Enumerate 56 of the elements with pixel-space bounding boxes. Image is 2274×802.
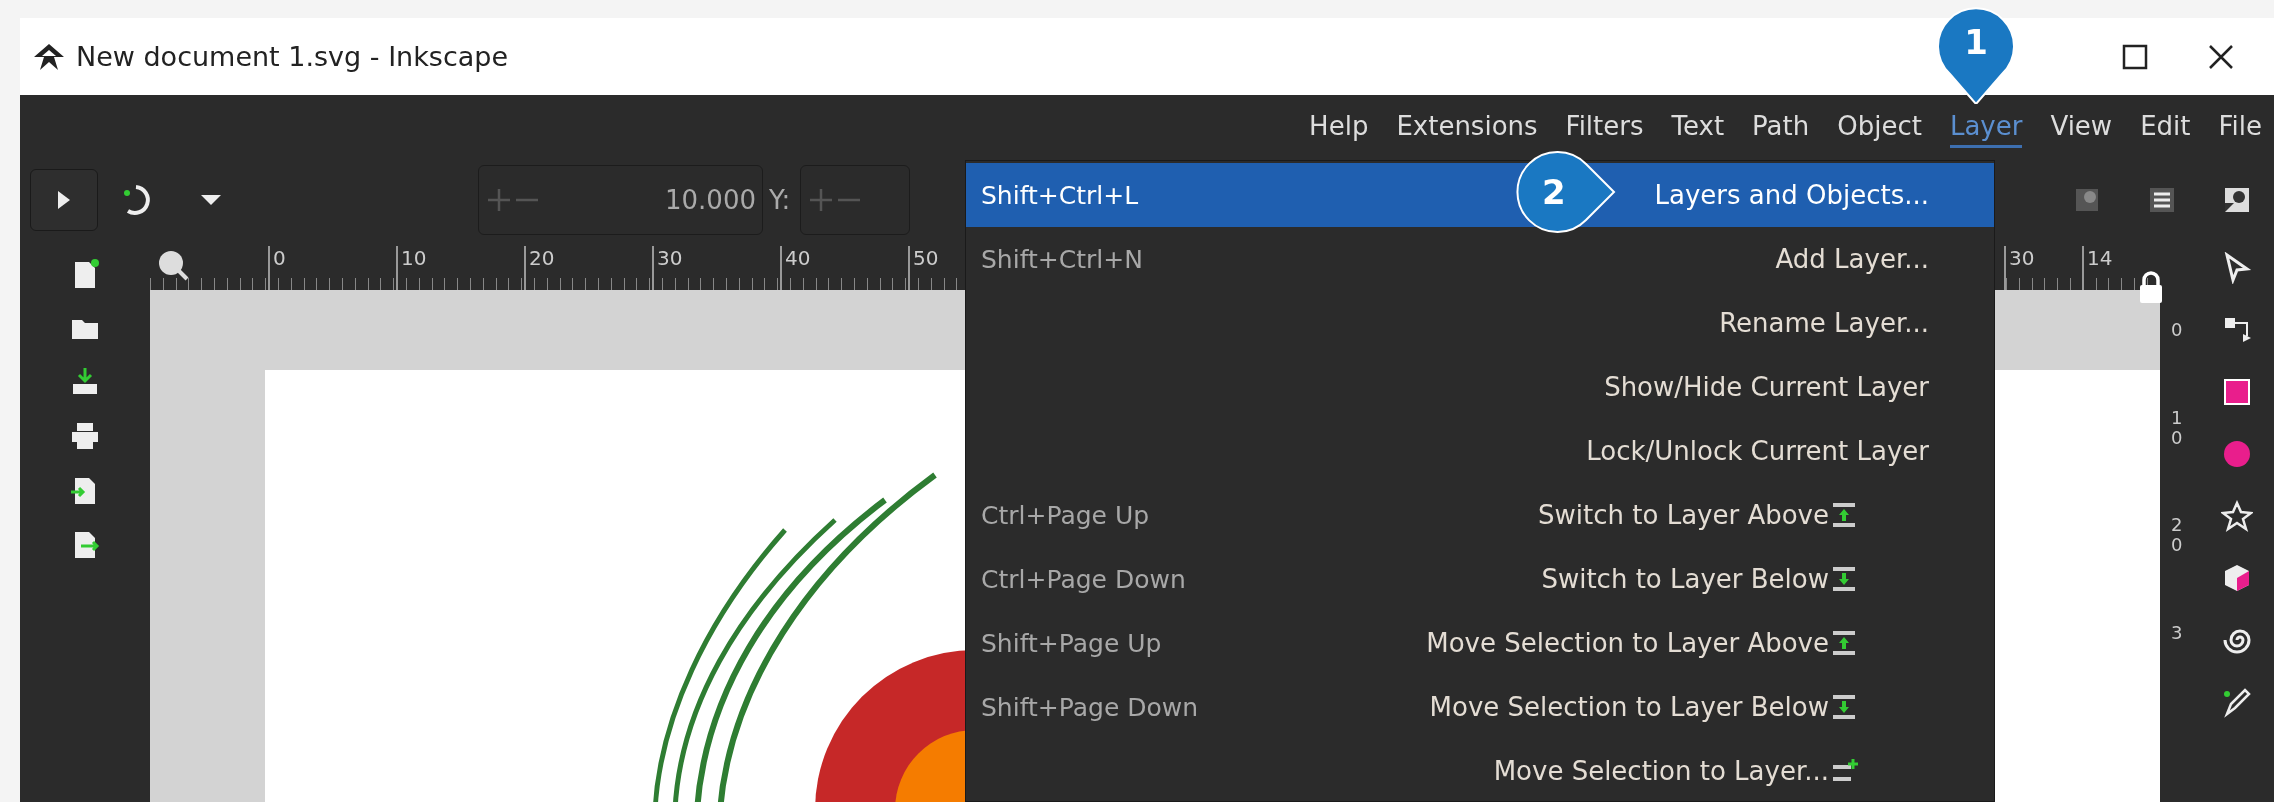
ruler-number: 0	[2171, 320, 2184, 340]
menu-item[interactable]: Object	[1837, 107, 1922, 148]
shortcut-text: Ctrl+Page Up	[981, 500, 1150, 530]
menu-item-label: Switch to Layer Above	[1538, 500, 1829, 530]
shortcut-text: Shift+Ctrl+L	[981, 180, 1139, 210]
menu-item[interactable]: Shift+Page Down Move Selection to Layer Below	[966, 675, 1994, 739]
menu-item[interactable]: Path	[1752, 107, 1810, 148]
menu-item[interactable]: Lock/Unlock Current Layer	[966, 419, 1994, 483]
shortcut-text: Ctrl+Page Down	[981, 564, 1186, 594]
menu-item[interactable]: Edit	[2140, 107, 2191, 148]
menu-item[interactable]: Filters	[1565, 107, 1644, 148]
menu-item[interactable]: Help	[1309, 107, 1369, 148]
step-badge: 1	[1936, 4, 2016, 104]
play-button[interactable]	[30, 169, 98, 231]
ruler-number: 3	[2171, 623, 2184, 643]
menu-item-label: Move Selection to Layer Above	[1426, 628, 1829, 658]
ruler-number: 20	[2171, 515, 2184, 555]
menu-item-label: Add Layer...	[1775, 244, 1929, 274]
star-icon[interactable]	[2221, 500, 2253, 532]
menu-item[interactable]: File	[2218, 107, 2262, 148]
menu-item[interactable]: Ctrl+Page Down Switch to Layer Below	[966, 547, 1994, 611]
menu-item[interactable]: Move Selection to Layer...	[966, 739, 1994, 801]
shortcut-text: Shift+Page Down	[981, 692, 1199, 722]
shortcut-text: Shift+Page Up	[981, 628, 1162, 658]
menu-item[interactable]: Text	[1671, 107, 1725, 148]
print-icon[interactable]	[69, 420, 101, 452]
caret-icon[interactable]	[199, 193, 223, 207]
menu-item[interactable]: View	[2050, 107, 2113, 148]
play-icon	[56, 189, 72, 211]
menu-item-label: Show/Hide Current Layer	[1604, 372, 1929, 402]
step-badge: 2	[1514, 150, 1616, 234]
circle-icon[interactable]	[2221, 438, 2253, 470]
field-label: Y:	[769, 185, 791, 215]
menu-item-label: Move Selection to Layer Below	[1429, 692, 1829, 722]
menu-item-label: Layers and Objects...	[1654, 180, 1929, 210]
menu-item-label: Move Selection to Layer...	[1493, 756, 1829, 786]
app-logo-icon	[32, 41, 66, 72]
window-title: New document 1.svg - Inkscape	[76, 41, 509, 72]
menu-item[interactable]: Extensions	[1396, 107, 1538, 148]
rectangle-icon[interactable]	[2221, 376, 2253, 408]
stack-icon[interactable]	[2147, 185, 2177, 215]
zoom-icon[interactable]	[156, 248, 190, 282]
menu-item[interactable]: Layer	[1949, 107, 2023, 148]
menu-item-label: Switch to Layer Below	[1541, 564, 1829, 594]
pencil-icon[interactable]	[2221, 686, 2253, 718]
menu-item[interactable]: Rename Layer...	[966, 291, 1994, 355]
menu-item[interactable]: Show/Hide Current Layer	[966, 355, 1994, 419]
lock-icon[interactable]	[2138, 270, 2164, 306]
snap-icon[interactable]	[2222, 185, 2252, 215]
close-icon[interactable]	[2208, 43, 2234, 70]
ruler-number: 10	[2171, 407, 2184, 448]
menu-item[interactable]: Ctrl+Page Up Switch to Layer Above	[966, 483, 1994, 547]
menu-item[interactable]: Shift+Page Up Move Selection to Layer Above	[966, 611, 1994, 675]
menu-item-label: Lock/Unlock Current Layer	[1586, 436, 1929, 466]
maximize-icon[interactable]	[2122, 43, 2148, 70]
menu-item-label: Rename Layer...	[1719, 308, 1929, 338]
